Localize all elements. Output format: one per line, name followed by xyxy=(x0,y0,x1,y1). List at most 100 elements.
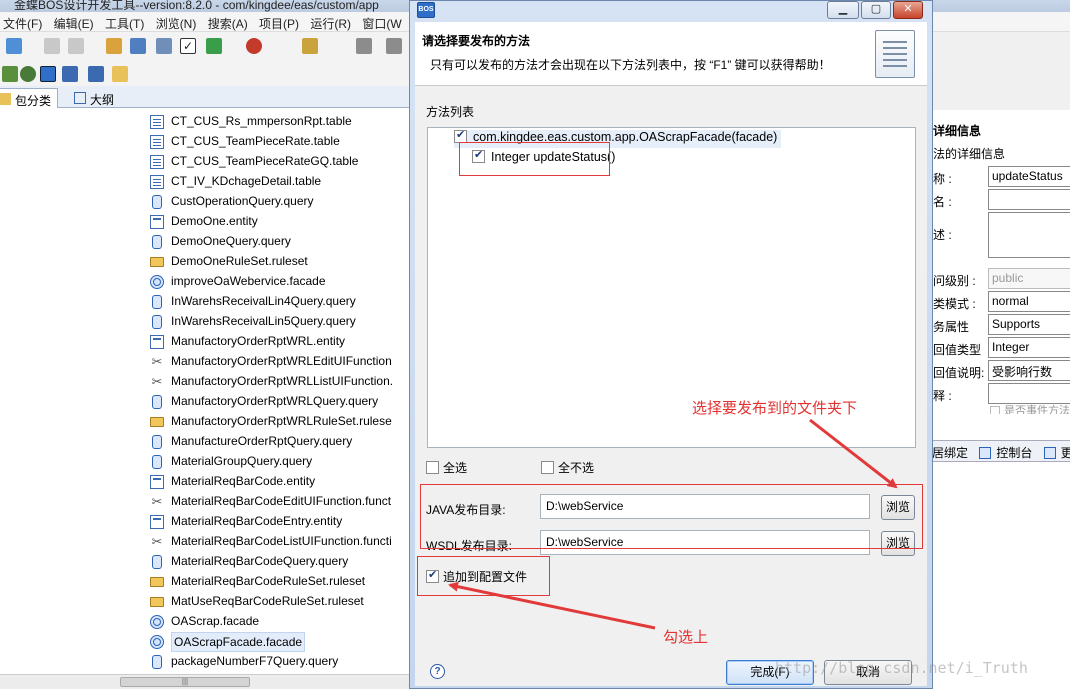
tree-item[interactable]: CT_CUS_TeamPieceRateGQ.table xyxy=(150,152,358,172)
tree-item[interactable]: MaterialReqBarCodeQuery.query xyxy=(150,552,348,572)
detail-row-label: 名 : xyxy=(933,195,952,209)
tree-item[interactable]: MatUseReqBarCodeRuleSet.ruleset xyxy=(150,592,364,612)
menu-window[interactable]: 窗口(W xyxy=(359,12,406,32)
tree-item[interactable]: MaterialReqBarCodeRuleSet.ruleset xyxy=(150,572,365,592)
deselect-all-checkbox[interactable]: 全不选 xyxy=(541,459,594,476)
deselect-all-box[interactable] xyxy=(541,461,554,474)
scroll-thumb[interactable]: ||| xyxy=(120,677,250,687)
menu-browse[interactable]: 浏览(N) xyxy=(153,12,202,32)
tree-horizontal-scrollbar[interactable]: ||| xyxy=(0,674,410,689)
help-icon[interactable]: ? xyxy=(430,664,445,679)
tree-item[interactable]: ✂ ManufactoryOrderRptWRLEditUIFunction xyxy=(150,352,392,372)
bos-icon[interactable] xyxy=(40,66,56,82)
menu-tools[interactable]: 工具(T) xyxy=(102,12,149,32)
check-icon[interactable]: ✓ xyxy=(180,38,196,54)
package-tree: CT_CUS_Rs_mmpersonRpt.table CT_CUS_TeamPi… xyxy=(0,108,410,674)
tree-item[interactable]: MaterialGroupQuery.query xyxy=(150,452,312,472)
select-all-checkbox[interactable]: 全选 xyxy=(426,459,467,476)
tree-item[interactable]: DemoOne.entity xyxy=(150,212,258,232)
tree-item[interactable]: DemoOneQuery.query xyxy=(150,232,291,252)
select-all-box[interactable] xyxy=(426,461,439,474)
refresh-icon[interactable] xyxy=(62,66,78,82)
run-icon[interactable] xyxy=(246,38,262,54)
home-icon[interactable] xyxy=(88,66,104,82)
tab-package[interactable]: 包分类 xyxy=(0,88,59,108)
tree-item[interactable]: CustOperationQuery.query xyxy=(150,192,314,212)
tree-item[interactable]: ✂ ManufactoryOrderRptWRLListUIFunction. xyxy=(150,372,394,392)
tree-item[interactable]: ✂ MaterialReqBarCodeListUIFunction.functi xyxy=(150,532,392,552)
tree-item-label: MatUseReqBarCodeRuleSet.ruleset xyxy=(171,594,364,608)
tab-binding[interactable]: 居绑定 xyxy=(930,441,970,461)
menu-search[interactable]: 搜索(A) xyxy=(205,12,253,32)
detail-row-field[interactable]: normal xyxy=(988,291,1070,312)
window-icon[interactable] xyxy=(130,38,146,54)
tree-item[interactable]: MaterialReqBarCode.entity xyxy=(150,472,315,492)
detail-row-field[interactable] xyxy=(988,189,1070,210)
tree-item[interactable]: OAScrapFacade.facade xyxy=(150,632,306,652)
menu-project[interactable]: 项目(P) xyxy=(256,12,304,32)
tab-outline-label: 大纲 xyxy=(90,93,115,107)
close-button[interactable]: ✕ xyxy=(893,1,923,19)
tree-item[interactable]: ManufactoryOrderRptWRL.entity xyxy=(150,332,345,352)
menu-file[interactable]: 文件(F) xyxy=(0,12,47,32)
tree-item[interactable]: MaterialReqBarCodeEntry.entity xyxy=(150,512,342,532)
tree-item[interactable]: InWarehsReceivalLin4Query.query xyxy=(150,292,356,312)
tree-item-label: ManufactoryOrderRptWRLQuery.query xyxy=(171,394,379,408)
detail-panel-title: 详细信息 xyxy=(933,124,982,138)
tree-item[interactable]: CT_CUS_TeamPieceRate.table xyxy=(150,132,340,152)
tree-item[interactable]: ✂ MaterialReqBarCodeEditUIFunction.funct xyxy=(150,492,392,512)
view-tabbar: 包分类 大纲 xyxy=(0,86,410,108)
tree-item[interactable]: DemoOneRuleSet.ruleset xyxy=(150,252,308,272)
print-icon[interactable] xyxy=(68,38,84,54)
method-highlight-box xyxy=(459,142,610,176)
detail-row-field[interactable]: 受影响行数 xyxy=(988,360,1070,381)
entity-icon xyxy=(150,515,164,529)
tree-item-label: MaterialReqBarCodeEntry.entity xyxy=(171,514,343,528)
save-icon[interactable] xyxy=(44,38,60,54)
console-area xyxy=(930,462,1070,689)
detail-panel: 详细信息 法的详细信息 称 : updateStatus 名 : 述 : 问级别 : pu… xyxy=(930,110,1070,440)
tab-console[interactable]: 控制台 xyxy=(994,441,1034,461)
folder-icon[interactable] xyxy=(112,66,128,82)
grid-icon[interactable] xyxy=(2,66,18,82)
tree-item[interactable]: improveOaWeberviсe.facade xyxy=(150,272,326,292)
detail-row-field[interactable]: Integer xyxy=(988,337,1070,358)
nav-forward-icon[interactable] xyxy=(386,38,402,54)
minimize-button[interactable]: ▁ xyxy=(827,1,859,19)
tree-item[interactable]: packageNumberF7Query.query xyxy=(150,652,338,672)
detail-row-field[interactable]: Supports xyxy=(988,314,1070,335)
tree-item-label: packageNumberF7Query.query xyxy=(171,654,339,668)
gear-icon[interactable] xyxy=(20,66,36,82)
detail-panel-subtitle: 法的详细信息 xyxy=(933,147,1006,161)
tree-item[interactable]: ManufactureOrderRptQuery.query xyxy=(150,432,352,452)
menu-run[interactable]: 运行(R) xyxy=(307,12,356,32)
maximize-button[interactable]: ▢ xyxy=(861,1,891,19)
tree-item[interactable]: ManufactoryOrderRptWRLQuery.query xyxy=(150,392,378,412)
wand-icon[interactable] xyxy=(302,38,318,54)
tree-item[interactable]: OAScrap.facade xyxy=(150,612,259,632)
query-icon xyxy=(152,435,162,449)
detail-row-field[interactable] xyxy=(988,212,1070,258)
nav-icon[interactable] xyxy=(356,38,372,54)
event-method-checkbox[interactable]: 是否事件方法 xyxy=(990,402,1070,414)
tool-icon[interactable] xyxy=(106,38,122,54)
tree-item[interactable]: CT_IV_KDchageDetail.table xyxy=(150,172,321,192)
detail-row-field[interactable]: updateStatus xyxy=(988,166,1070,187)
tree-item[interactable]: InWarehsReceivalLin5Query.query xyxy=(150,312,356,332)
tree-item[interactable]: CT_CUS_Rs_mmpersonRpt.table xyxy=(150,112,352,132)
tree-item[interactable]: ManufactoryOrderRptWRLRuleSet.rulese xyxy=(150,412,392,432)
event-checkbox-box[interactable] xyxy=(990,406,1000,414)
detail-row-label: 释 : xyxy=(933,389,952,403)
build-icon[interactable] xyxy=(206,38,222,54)
tab-more[interactable]: 更 xyxy=(1059,441,1070,461)
query-icon xyxy=(152,195,162,209)
tab-outline[interactable]: 大纲 xyxy=(70,88,120,108)
deselect-all-label: 全不选 xyxy=(558,461,595,475)
detail-row-field[interactable] xyxy=(988,383,1070,404)
new-icon[interactable] xyxy=(6,38,22,54)
ruleset-icon xyxy=(150,597,164,607)
document-icon[interactable] xyxy=(156,38,172,54)
tree-item-label: MaterialReqBarCode.entity xyxy=(171,474,316,488)
ruleset-icon xyxy=(150,257,164,267)
menu-edit[interactable]: 编辑(E) xyxy=(51,12,99,32)
